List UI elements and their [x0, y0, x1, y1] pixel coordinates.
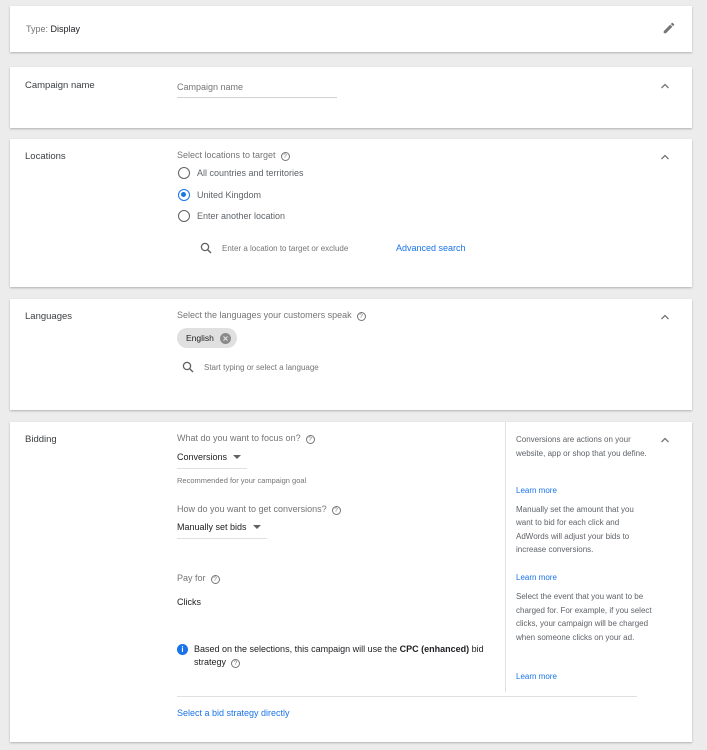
bidding-card: Bidding What do you want to focus on?? C… [10, 422, 692, 742]
languages-prompt: Select the languages your customers spea… [177, 310, 366, 321]
help-panel: Conversions are actions on your website,… [516, 433, 652, 684]
help-icon[interactable]: ? [305, 435, 315, 444]
remove-chip-icon[interactable] [219, 332, 231, 344]
radio-another-location[interactable]: Enter another location [178, 210, 285, 222]
help-icon[interactable]: ? [356, 312, 366, 321]
language-chip[interactable]: English [177, 328, 237, 348]
radio-button-icon[interactable] [178, 167, 190, 179]
radio-label: Enter another location [197, 211, 286, 221]
how-question-text: How do you want to get conversions? [177, 504, 327, 514]
radio-united-kingdom[interactable]: United Kingdom [178, 189, 261, 201]
focus-dropdown[interactable]: Conversions [177, 452, 247, 469]
edit-icon[interactable] [662, 21, 676, 35]
how-dropdown-value: Manually set bids [177, 522, 247, 532]
help-text-conversions: Conversions are actions on your website,… [516, 435, 647, 458]
locations-prompt: Select locations to target? [177, 150, 290, 161]
locations-card: Locations Select locations to target? Al… [10, 139, 692, 287]
pay-for-value: Clicks [177, 597, 201, 607]
help-icon[interactable]: ? [210, 575, 220, 584]
campaign-type: Type: Display [26, 24, 80, 34]
learn-more-link[interactable]: Learn more [516, 670, 652, 684]
radio-label: All countries and territories [197, 168, 304, 178]
languages-title: Languages [25, 311, 73, 322]
help-icon[interactable]: ? [331, 506, 341, 515]
bid-strategy-info: i Based on the selections, this campaign… [177, 643, 497, 669]
radio-label: United Kingdom [197, 190, 262, 200]
advanced-search-link[interactable]: Advanced search [396, 243, 466, 253]
focus-question-text: What do you want to focus on? [177, 433, 301, 443]
language-chip-label: English [186, 333, 214, 343]
how-question: How do you want to get conversions?? [177, 504, 341, 515]
collapse-chevron-icon[interactable] [660, 81, 670, 91]
info-strategy-name: CPC (enhanced) [399, 644, 470, 654]
radio-button-selected-icon[interactable] [178, 189, 190, 201]
pay-for-label: Pay for? [177, 573, 220, 584]
info-text-line2: strategy [194, 657, 227, 667]
radio-all-countries[interactable]: All countries and territories [178, 167, 304, 179]
search-icon [182, 361, 194, 373]
campaign-name-title: Campaign name [25, 80, 95, 91]
language-search[interactable]: Start typing or select a language [182, 361, 319, 373]
how-dropdown[interactable]: Manually set bids [177, 522, 267, 539]
collapse-chevron-icon[interactable] [660, 312, 670, 322]
dropdown-arrow-icon [233, 455, 242, 459]
divider [177, 696, 637, 697]
info-icon: i [177, 644, 188, 655]
languages-card: Languages Select the languages your cust… [10, 299, 692, 410]
help-text-pay-for: Select the event that you want to be cha… [516, 592, 652, 642]
location-search-placeholder[interactable]: Enter a location to target or exclude [222, 244, 348, 253]
language-search-placeholder[interactable]: Start typing or select a language [204, 363, 319, 372]
learn-more-link[interactable]: Learn more [516, 571, 652, 585]
search-icon [200, 242, 212, 254]
type-card: Type: Display [10, 6, 692, 52]
type-label: Type: [26, 24, 49, 34]
focus-question: What do you want to focus on?? [177, 433, 315, 444]
collapse-chevron-icon[interactable] [660, 435, 670, 445]
select-bid-strategy-link[interactable]: Select a bid strategy directly [177, 708, 290, 718]
help-text-manual-bids: Manually set the amount that you want to… [516, 504, 634, 555]
location-search[interactable]: Enter a location to target or exclude [200, 242, 348, 254]
locations-prompt-text: Select locations to target [177, 150, 276, 160]
dropdown-arrow-icon [252, 525, 261, 529]
type-value: Display [50, 24, 81, 34]
help-panel-divider [505, 422, 506, 692]
languages-prompt-text: Select the languages your customers spea… [177, 310, 352, 320]
campaign-name-input[interactable] [177, 80, 337, 98]
help-icon[interactable]: ? [231, 659, 241, 668]
pay-for-label-text: Pay for [177, 573, 206, 583]
focus-dropdown-value: Conversions [177, 452, 228, 462]
bidding-title: Bidding [25, 434, 57, 445]
locations-title: Locations [25, 151, 66, 162]
focus-hint: Recommended for your campaign goal [177, 476, 307, 485]
campaign-name-card: Campaign name [10, 67, 692, 128]
help-icon[interactable]: ? [280, 152, 290, 161]
collapse-chevron-icon[interactable] [660, 152, 670, 162]
radio-button-icon[interactable] [178, 210, 190, 222]
info-text-prefix: Based on the selections, this campaign w… [194, 644, 398, 654]
learn-more-link[interactable]: Learn more [516, 484, 652, 498]
info-text-suffix: bid [471, 644, 484, 654]
